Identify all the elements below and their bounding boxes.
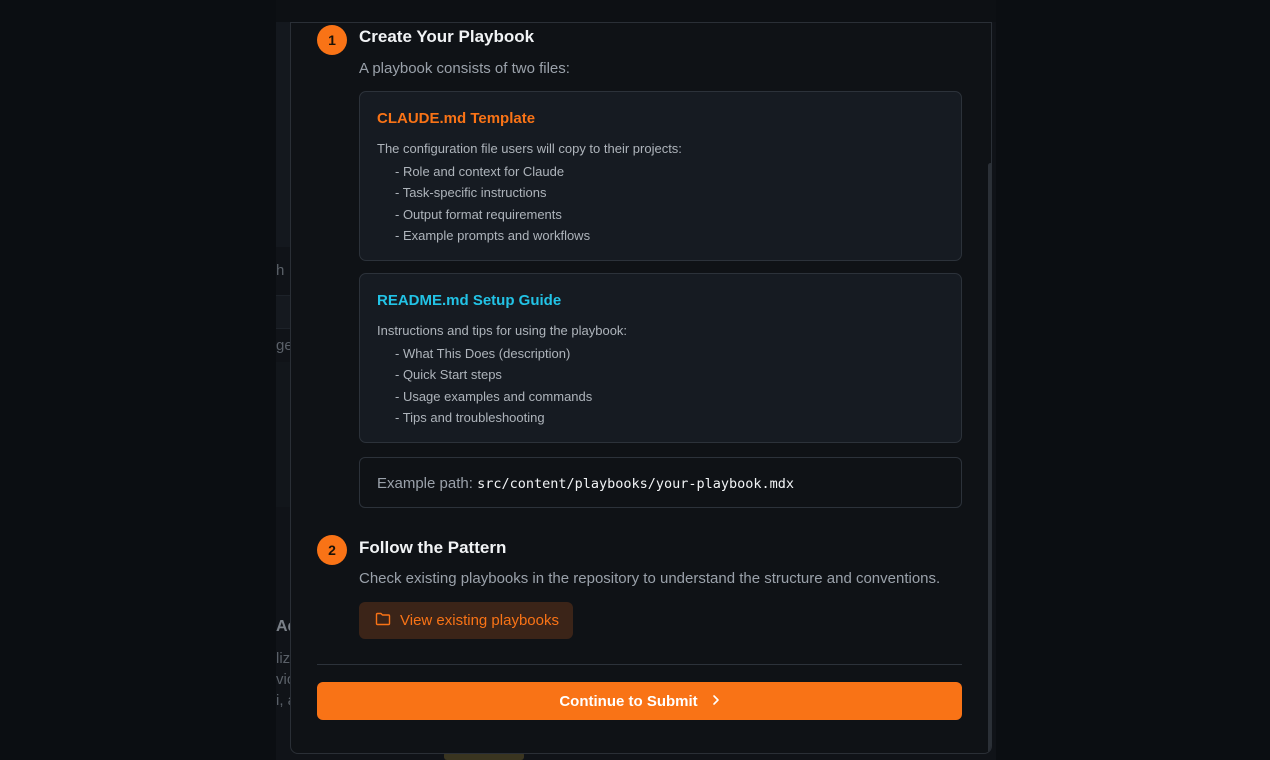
step-2-title: Follow the Pattern: [359, 538, 507, 557]
list-item: - What This Does (description): [395, 346, 571, 361]
step-2-description: Check existing playbooks in the reposito…: [359, 570, 941, 587]
step-1-description: A playbook consists of two files:: [359, 60, 570, 77]
list-item: - Output format requirements: [395, 206, 562, 222]
list-item: - Task-specific instructions: [395, 185, 547, 201]
card-description: The configuration file users will copy t…: [377, 141, 682, 156]
continue-to-submit-button[interactable]: Continue to Submit: [317, 682, 962, 720]
background-text: ge: [276, 337, 290, 354]
step-1-title: Create Your Playbook: [359, 27, 535, 46]
card-title: CLAUDE.md Template: [377, 110, 536, 127]
background-panel: [276, 22, 290, 247]
card-list: - Role and context for Claude - Task-spe…: [395, 164, 590, 249]
example-path-text: Example path: src/content/playbooks/your…: [377, 475, 794, 492]
background-heading: Ad: [276, 618, 290, 635]
folder-icon: [375, 612, 391, 629]
list-item: - Role and context for Claude: [395, 164, 565, 179]
background-text: vio: [276, 671, 290, 688]
background-text: h: [276, 262, 285, 279]
chevron-right-icon: [712, 694, 720, 709]
divider: [317, 664, 962, 665]
background-input: [276, 295, 290, 329]
playbook-modal: 1 Create Your Playbook A playbook consis…: [290, 22, 992, 754]
background-panel: [276, 362, 290, 507]
view-button-label: View existing playbooks: [400, 612, 559, 629]
card-list: - What This Does (description) - Quick S…: [395, 346, 592, 431]
example-path-label: Example path:: [377, 475, 473, 492]
list-item: - Quick Start steps: [395, 367, 502, 383]
step-2-number-badge: 2: [317, 535, 347, 565]
example-path-code: src/content/playbooks/your-playbook.mdx: [477, 476, 795, 492]
list-item: - Example prompts and workflows: [395, 227, 591, 243]
claude-md-card: CLAUDE.md Template The configuration fil…: [359, 91, 962, 261]
background-header: [276, 0, 996, 22]
continue-button-label: Continue to Submit: [559, 692, 698, 710]
modal-scrollbar[interactable]: [988, 163, 991, 753]
list-item: - Usage examples and commands: [395, 388, 593, 404]
readme-md-card: README.md Setup Guide Instructions and t…: [359, 273, 962, 443]
view-existing-playbooks-button[interactable]: View existing playbooks: [359, 602, 573, 639]
background-text: i, a: [276, 692, 290, 709]
list-item: - Tips and troubleshooting: [395, 409, 545, 425]
background-text: liz: [276, 650, 290, 667]
card-description: Instructions and tips for using the play…: [377, 323, 628, 338]
step-1-number-badge: 1: [317, 25, 347, 55]
card-title: README.md Setup Guide: [377, 292, 562, 309]
example-path-box: Example path: src/content/playbooks/your…: [359, 457, 962, 508]
